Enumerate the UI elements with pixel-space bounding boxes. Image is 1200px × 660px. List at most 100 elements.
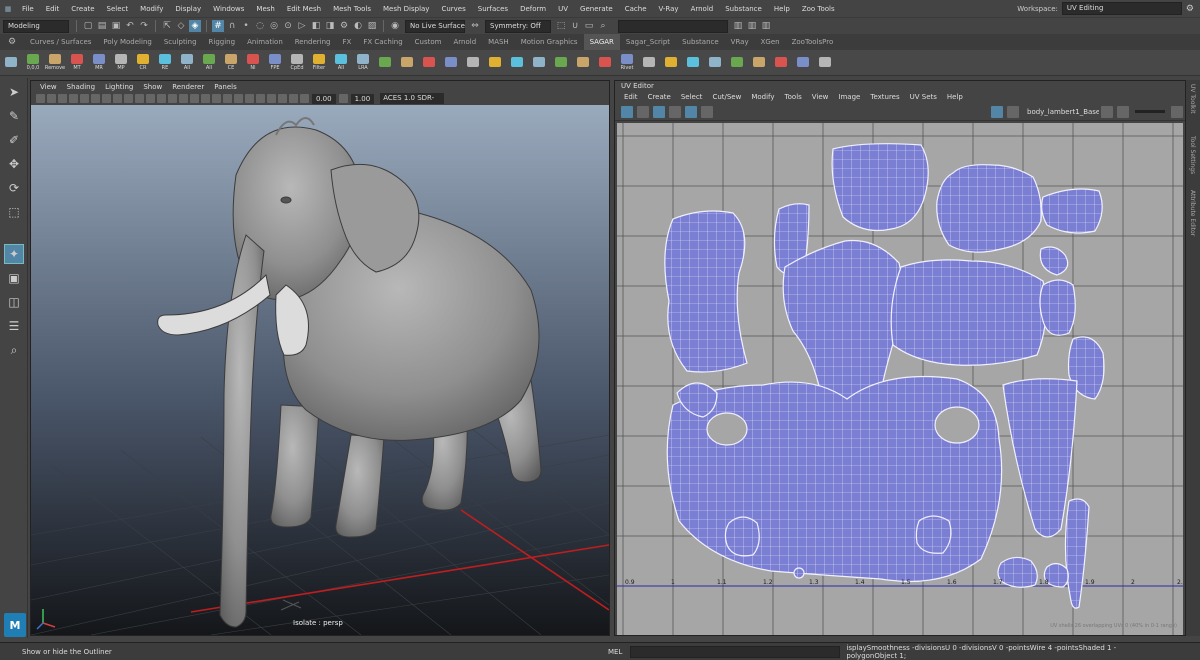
image-display-icon[interactable]: [991, 105, 1003, 118]
shelf-button[interactable]: [594, 51, 616, 75]
snap-point-icon[interactable]: •: [240, 20, 252, 32]
side-tab-uv-toolkit[interactable]: UV Toolkit: [1189, 84, 1196, 114]
uv-menu-view[interactable]: View: [807, 93, 834, 101]
shelf-button[interactable]: [660, 51, 682, 75]
viewport-menu-lighting[interactable]: Lighting: [100, 83, 138, 91]
uv-canvas[interactable]: 0.9 1 1.1 1.2 1.3 1.4 1.5 1.6 1.7 1.8 1.9 2 2.1 UV s…: [617, 123, 1183, 635]
viewport-menu-view[interactable]: View: [35, 83, 62, 91]
shelf-button[interactable]: CR: [132, 51, 154, 75]
xray-icon[interactable]: [267, 94, 276, 103]
shelf-button[interactable]: MP: [110, 51, 132, 75]
mel-label[interactable]: MEL: [600, 648, 630, 656]
menu-file[interactable]: File: [16, 5, 40, 13]
shelf-button[interactable]: CE: [220, 51, 242, 75]
shelf-button[interactable]: [506, 51, 528, 75]
shelf-button[interactable]: [748, 51, 770, 75]
last-tool-icon[interactable]: ✦: [4, 244, 24, 264]
soft-select-icon[interactable]: ⬚: [555, 20, 567, 32]
snap-curve-icon[interactable]: ∩: [226, 20, 238, 32]
shelf-button[interactable]: Nl: [242, 51, 264, 75]
select-component-icon[interactable]: ◈: [189, 20, 201, 32]
shelf-button[interactable]: 0,0,0: [22, 51, 44, 75]
shelf-button[interactable]: [440, 51, 462, 75]
shelf-button[interactable]: CpEd: [286, 51, 308, 75]
shelf-tab-sagar-script[interactable]: Sagar_Script: [620, 34, 676, 50]
viewport-menu-shading[interactable]: Shading: [62, 83, 100, 91]
shelf-tab-sculpting[interactable]: Sculpting: [158, 34, 203, 50]
uv-menu-create[interactable]: Create: [643, 93, 676, 101]
shelf-button[interactable]: [484, 51, 506, 75]
bookmark-icon[interactable]: [58, 94, 67, 103]
menu-mesh-tools[interactable]: Mesh Tools: [327, 5, 377, 13]
shelf-button[interactable]: [0, 51, 22, 75]
symmetry-icon[interactable]: ⇔: [469, 20, 481, 32]
shelf-tab-sagar[interactable]: SAGAR: [583, 34, 620, 50]
uv-menu-textures[interactable]: Textures: [865, 93, 904, 101]
menu-modify[interactable]: Modify: [134, 5, 169, 13]
snap-view-icon[interactable]: ◎: [268, 20, 280, 32]
shelf-button[interactable]: RE: [154, 51, 176, 75]
shelf-button[interactable]: MT: [66, 51, 88, 75]
paint-select-icon[interactable]: ✐: [4, 130, 24, 150]
field-chart-icon[interactable]: [124, 94, 133, 103]
ambient-occlusion-icon[interactable]: [223, 94, 232, 103]
menu-mesh[interactable]: Mesh: [250, 5, 280, 13]
sidebar-toggle-2-icon[interactable]: ▥: [746, 20, 758, 32]
uv-menu-select[interactable]: Select: [676, 93, 708, 101]
distortion-icon[interactable]: [653, 105, 665, 118]
snap-live-icon[interactable]: ⊙: [282, 20, 294, 32]
checker-icon[interactable]: [637, 105, 649, 118]
workspace-selector[interactable]: Workspace: UV Editing ⚙: [1017, 0, 1200, 17]
shelf-button[interactable]: [374, 51, 396, 75]
shelf-button[interactable]: [572, 51, 594, 75]
shelf-button[interactable]: Rivet: [616, 51, 638, 75]
menu-create[interactable]: Create: [65, 5, 100, 13]
gamma-icon[interactable]: [338, 94, 348, 103]
color-space-dropdown[interactable]: ACES 1.0 SDR-video: [380, 93, 445, 104]
redo-icon[interactable]: ↷: [138, 20, 150, 32]
shelf-tab-curves-surfaces[interactable]: Curves / Surfaces: [24, 34, 97, 50]
shelf-button[interactable]: Filter: [308, 51, 330, 75]
uv-menu-uv-sets[interactable]: UV Sets: [905, 93, 942, 101]
perspective-viewport[interactable]: View Shading Lighting Show Renderer Panels 0.…: [30, 80, 610, 636]
menu-surfaces[interactable]: Surfaces: [472, 5, 514, 13]
side-tab-tool-settings[interactable]: Tool Settings: [1189, 136, 1196, 174]
textured-icon[interactable]: [190, 94, 199, 103]
scale-tool-icon[interactable]: ⬚: [4, 202, 24, 222]
shelf-button[interactable]: MR: [88, 51, 110, 75]
exposure-icon[interactable]: [300, 94, 309, 103]
menu-uv[interactable]: UV: [552, 5, 574, 13]
shelf-button[interactable]: Remove: [44, 51, 66, 75]
shelf-button[interactable]: [726, 51, 748, 75]
xray-joints-icon[interactable]: [278, 94, 287, 103]
image-plane-icon[interactable]: [69, 94, 78, 103]
search-icon[interactable]: ⌕: [597, 20, 609, 32]
hypershade-icon[interactable]: ◐: [352, 20, 364, 32]
menu-cache[interactable]: Cache: [619, 5, 653, 13]
lights-icon[interactable]: [201, 94, 210, 103]
new-scene-icon[interactable]: ▢: [82, 20, 94, 32]
shelf-tab-fx-caching[interactable]: FX Caching: [357, 34, 408, 50]
menu-select[interactable]: Select: [101, 5, 135, 13]
shelf-tab-xgen[interactable]: XGen: [755, 34, 786, 50]
open-scene-icon[interactable]: ▤: [96, 20, 108, 32]
rotate-tool-icon[interactable]: ⟳: [4, 178, 24, 198]
shelf-tab-zootoolspro[interactable]: ZooToolsPro: [786, 34, 840, 50]
shelf-button[interactable]: [550, 51, 572, 75]
undo-icon[interactable]: ↶: [124, 20, 136, 32]
gamma-field[interactable]: 1.00: [350, 93, 375, 104]
render-view-icon[interactable]: ▨: [366, 20, 378, 32]
isolate-uv-icon[interactable]: [621, 105, 633, 118]
menu-v-ray[interactable]: V-Ray: [653, 5, 685, 13]
magnet-icon[interactable]: ∪: [569, 20, 581, 32]
grid-icon[interactable]: [80, 94, 89, 103]
shelf-tab-animation[interactable]: Animation: [241, 34, 289, 50]
symmetry-dropdown[interactable]: Symmetry: Off: [485, 19, 551, 33]
shelf-button[interactable]: [770, 51, 792, 75]
resolution-gate-icon[interactable]: [102, 94, 111, 103]
menu-windows[interactable]: Windows: [207, 5, 250, 13]
snapshot-icon[interactable]: [701, 105, 713, 118]
shelf-button[interactable]: All: [176, 51, 198, 75]
menu-edit-mesh[interactable]: Edit Mesh: [281, 5, 327, 13]
viewport-menu-panels[interactable]: Panels: [209, 83, 242, 91]
